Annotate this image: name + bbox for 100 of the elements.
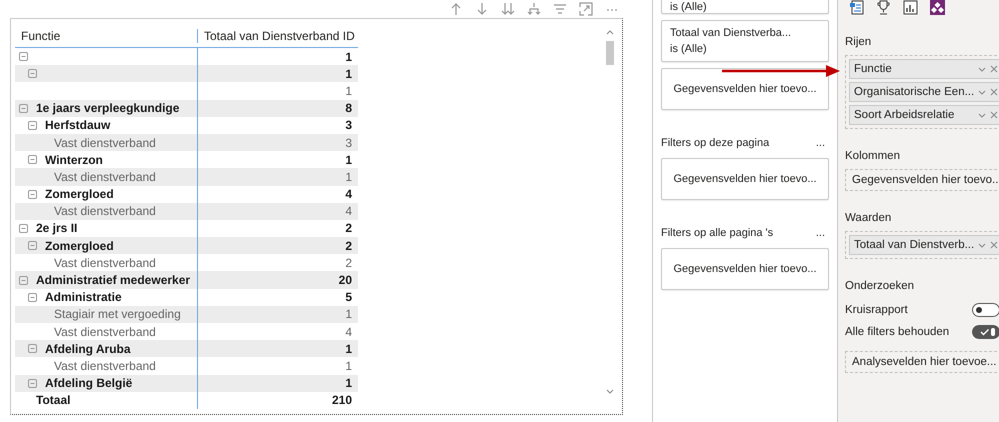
row-label: Afdeling Aruba [45,342,131,356]
total-value: 210 [332,393,352,408]
arrow-up-icon[interactable] [449,2,463,16]
collapse-icon[interactable] [28,69,37,78]
row-label: Vast dienstverband [54,170,156,184]
field-chip[interactable]: Soort Arbeidsrelatie [849,105,999,125]
field-name: Soort Arbeidsrelatie [854,109,956,121]
section-title: Waarden [845,211,892,225]
row-value: 4 [345,324,352,339]
section-title: Filters op alle pagina 's [661,227,774,239]
arrow-down-icon[interactable] [475,2,489,16]
field-chip[interactable]: Functie [849,59,999,79]
row-value: 1 [345,358,352,373]
chevron-down-icon[interactable] [978,241,986,249]
row-label: Afdeling België [45,376,132,390]
close-icon[interactable] [990,111,998,119]
row-value: 1 [345,376,352,390]
drop-field[interactable]: Gegevensvelden hier toevo... [661,248,829,290]
collapse-icon[interactable] [28,292,37,302]
column-header[interactable]: Totaal van Dienstverband ID [197,29,358,43]
chevron-down-icon[interactable] [978,111,986,119]
row-value: 4 [345,187,352,202]
row-value: 1 [345,170,352,184]
collapse-icon[interactable] [19,104,28,113]
row-label: Administratie [45,290,122,304]
field-chip[interactable]: Organisatorische Een... [849,82,999,102]
field-name: Functie [854,63,893,75]
collapse-icon[interactable] [28,378,37,388]
drop-field[interactable]: Analysevelden hier toevoe... [845,351,999,373]
row-value: 2 [345,221,352,236]
drop-field[interactable]: Gegevensvelden hier toevo... [661,68,829,110]
section-title: Filters op deze pagina [661,137,770,149]
chevron-down-icon[interactable] [978,65,986,73]
document-icon[interactable] [849,0,864,15]
total-label: Totaal [36,393,70,408]
bar-chart-icon[interactable] [903,0,918,15]
field-chip[interactable]: Totaal van Dienstverb... [849,235,999,255]
toggle-switch[interactable] [972,325,999,339]
filter-condition: is (Alle) [670,1,708,13]
collapse-icon[interactable] [28,190,37,199]
row-value: 1 [345,307,352,322]
row-label: 2e jrs II [36,221,78,236]
chevron-down-icon[interactable] [978,88,986,96]
app-icon[interactable] [930,0,945,15]
row-label: Zomergloed [45,187,114,202]
toggle-label: Alle filters behouden [845,326,950,338]
collapse-icon[interactable] [19,52,28,62]
collapse-icon[interactable] [28,120,37,130]
row-label: Vast dienstverband [54,256,156,270]
field-name: Organisatorische Een... [854,86,974,98]
filter-field: Totaal van Dienstverba... [670,27,820,39]
row-value: 5 [345,290,352,304]
filter-condition: is (Alle) [670,43,708,55]
placeholder-text: Gegevensvelden hier toevo... [673,173,817,185]
row-value: 1 [345,50,352,64]
toggle-label: Kruisrapport [845,304,908,316]
filter-icon[interactable] [553,2,567,16]
row-label: Vast dienstverband [54,136,156,150]
double-arrow-down-icon[interactable] [501,2,515,16]
section-title: Kolommen [845,149,901,163]
collapse-icon[interactable] [19,224,28,233]
row-value: 1 [345,84,352,98]
collapse-icon[interactable] [28,344,37,354]
column-header[interactable]: Functie [15,29,197,43]
close-icon[interactable] [990,241,998,249]
row-label: Winterzon [45,152,103,167]
placeholder-text: Gegevensvelden hier toevo... [852,174,999,186]
close-icon[interactable] [990,65,998,73]
placeholder-text: Analysevelden hier toevoe... [852,356,998,368]
collapse-icon[interactable] [19,276,28,285]
row-value: 3 [345,118,352,132]
filter-card[interactable]: Totaal van Dienstverba... is (Alle) [661,20,829,62]
focus-mode-icon[interactable] [579,2,593,16]
placeholder-text: Gegevensvelden hier toevo... [673,263,817,275]
row-value: 1 [345,66,352,81]
row-label: Vast dienstverband [54,358,156,373]
trophy-icon[interactable] [876,0,891,15]
collapse-icon[interactable] [28,241,37,250]
row-label: Administratief medewerker [36,273,190,288]
collapse-icon[interactable] [28,155,37,164]
filter-card[interactable]: is (Alle) [661,0,829,14]
row-label: Vast dienstverband [54,324,156,339]
row-label: Stagiair met vergoeding [54,307,181,322]
row-value: 3 [345,136,352,150]
drop-field[interactable]: Gegevensvelden hier toevo... [845,169,999,191]
row-value: 20 [338,273,352,288]
field-name: Totaal van Dienstverb... [854,239,974,251]
drop-field[interactable]: Gegevensvelden hier toevo... [661,158,829,200]
more-options[interactable]: ... [816,137,825,149]
branch-icon[interactable] [527,2,541,16]
close-icon[interactable] [990,88,998,96]
row-value: 2 [345,256,352,270]
row-value: 2 [345,238,352,253]
section-title: Rijen [845,35,872,49]
placeholder-text: Gegevensvelden hier toevo... [673,83,817,95]
more-options[interactable]: ... [816,227,825,239]
row-value: 1 [345,152,352,167]
toggle-switch[interactable] [972,303,999,317]
row-label: Zomergloed [45,238,114,253]
row-value: 4 [345,204,352,218]
